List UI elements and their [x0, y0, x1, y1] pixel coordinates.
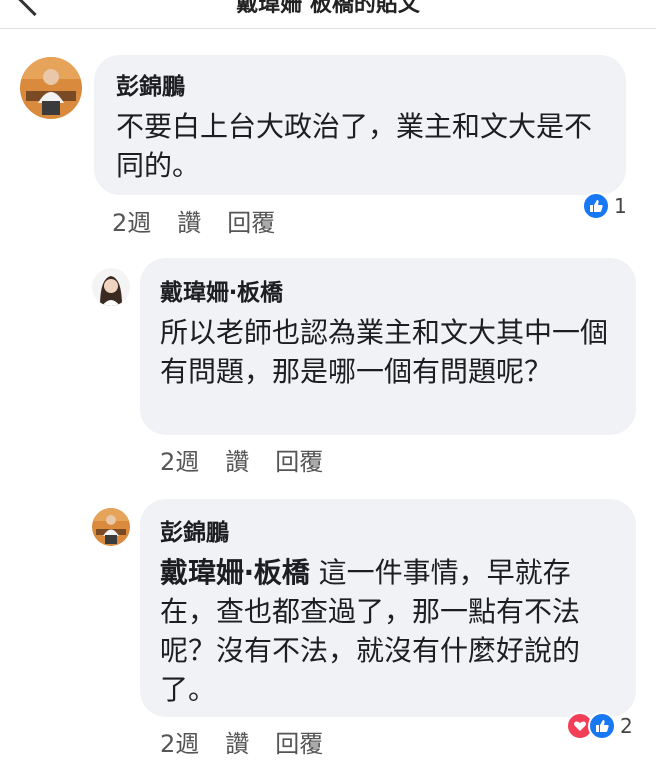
- comment-author[interactable]: 彭錦鵬: [160, 513, 616, 547]
- like-button[interactable]: 讚: [225, 730, 249, 758]
- more-options-icon[interactable]: ···: [605, 0, 636, 12]
- comment-author[interactable]: 戴瑋姍‧板橋: [160, 273, 616, 307]
- like-button[interactable]: 讚: [225, 448, 249, 476]
- comment-text-container: 戴瑋姍‧板橋 這一件事情，早就存在，查也都查過了，那一點有不法呢？沒有不法，就沒…: [160, 553, 620, 709]
- comment-bubble: 彭錦鵬 戴瑋姍‧板橋 這一件事情，早就存在，查也都查過了，那一點有不法呢？沒有不…: [140, 499, 636, 717]
- comment-bubble: 戴瑋姍‧板橋 所以老師也認為業主和文大其中一個有問題，那是哪一個有問題呢？: [140, 258, 636, 435]
- comment-text: 所以老師也認為業主和文大其中一個有問題，那是哪一個有問題呢？: [160, 316, 609, 388]
- reply-button[interactable]: 回覆: [227, 209, 275, 237]
- comment-author[interactable]: 彭錦鵬: [116, 67, 606, 101]
- comment-time[interactable]: 2週: [160, 448, 199, 476]
- avatar[interactable]: [20, 57, 82, 119]
- page-title: 戴瑋姍 板橋的貼文: [236, 0, 420, 17]
- comment-time[interactable]: 2週: [160, 730, 199, 758]
- comment-actions: 2週讚回覆: [160, 442, 349, 477]
- comment-time[interactable]: 2週: [112, 209, 151, 237]
- reaction-summary[interactable]: 2: [566, 712, 633, 740]
- comment-actions: 2週讚回覆: [160, 724, 349, 759]
- comment-actions: 2週讚回覆: [112, 203, 301, 238]
- reaction-summary[interactable]: 1: [582, 192, 627, 220]
- like-button[interactable]: 讚: [177, 209, 201, 237]
- mention-link[interactable]: 戴瑋姍‧板橋: [160, 556, 310, 589]
- avatar[interactable]: [92, 268, 130, 306]
- reaction-count: 2: [620, 714, 633, 738]
- avatar[interactable]: [92, 508, 130, 546]
- reply-button[interactable]: 回覆: [275, 730, 323, 758]
- comment-bubble: 彭錦鵬 不要白上台大政治了，業主和文大是不同的。: [94, 55, 626, 195]
- reaction-count: 1: [614, 194, 627, 218]
- like-icon: [582, 192, 610, 220]
- reply-button[interactable]: 回覆: [275, 448, 323, 476]
- comment-text: 不要白上台大政治了，業主和文大是不同的。: [116, 110, 593, 182]
- like-icon: [588, 712, 616, 740]
- top-bar: 戴瑋姍 板橋的貼文 ···: [0, 0, 656, 29]
